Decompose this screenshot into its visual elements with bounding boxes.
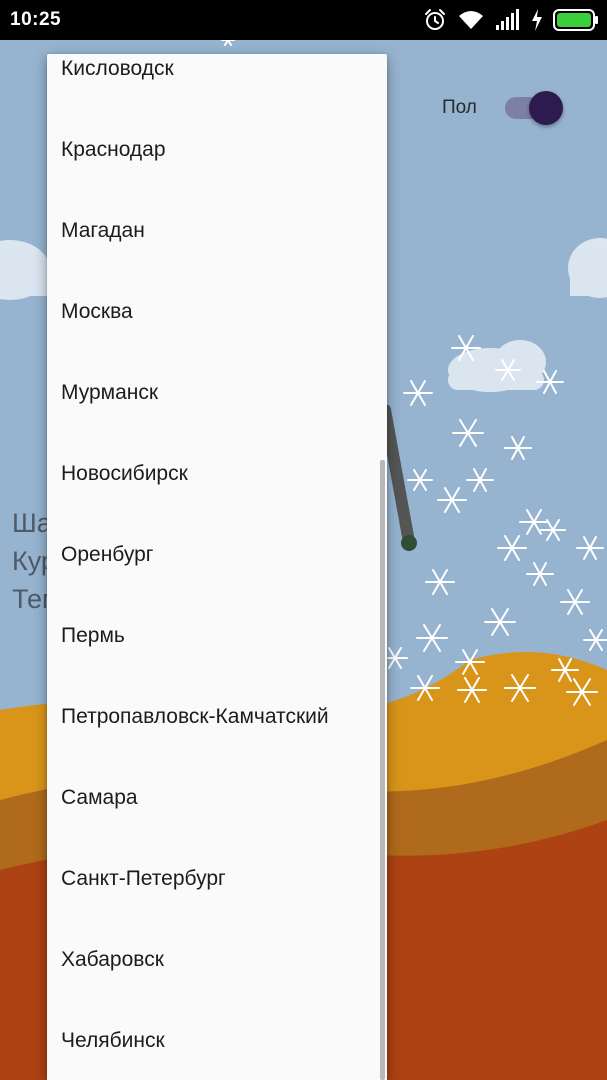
city-option[interactable]: Кисловодск <box>47 54 387 109</box>
status-time: 10:25 <box>10 9 62 30</box>
city-option[interactable]: Магадан <box>47 190 387 271</box>
status-bar: 10:25 <box>0 0 607 40</box>
city-option[interactable]: Краснодар <box>47 109 387 190</box>
city-option[interactable]: Санкт-Петербург <box>47 838 387 919</box>
dropdown-scrollbar[interactable] <box>380 460 385 1080</box>
city-option[interactable]: Мурманск <box>47 352 387 433</box>
gender-toggle[interactable] <box>505 91 563 125</box>
city-option[interactable]: Оренбург <box>47 514 387 595</box>
toggle-label: Пол <box>442 97 477 118</box>
city-dropdown-list[interactable]: Кисловодск Краснодар Магадан Москва Мурм… <box>47 54 387 1080</box>
city-option[interactable]: Москва <box>47 271 387 352</box>
city-option[interactable]: Пермь <box>47 595 387 676</box>
wifi-icon <box>457 9 485 31</box>
info-line-1: Ша <box>12 508 52 538</box>
city-option[interactable]: Петропавловск-Камчатский <box>47 676 387 757</box>
battery-icon <box>553 9 599 31</box>
city-option[interactable]: Самара <box>47 757 387 838</box>
toggle-thumb[interactable] <box>529 91 563 125</box>
city-option[interactable]: Хабаровск <box>47 919 387 1000</box>
status-icons <box>423 6 599 34</box>
city-option[interactable]: Новосибирск <box>47 433 387 514</box>
alarm-icon <box>423 8 447 32</box>
signal-icon <box>495 9 521 31</box>
charging-icon <box>531 9 543 31</box>
city-option[interactable]: Челябинск <box>47 1000 387 1080</box>
